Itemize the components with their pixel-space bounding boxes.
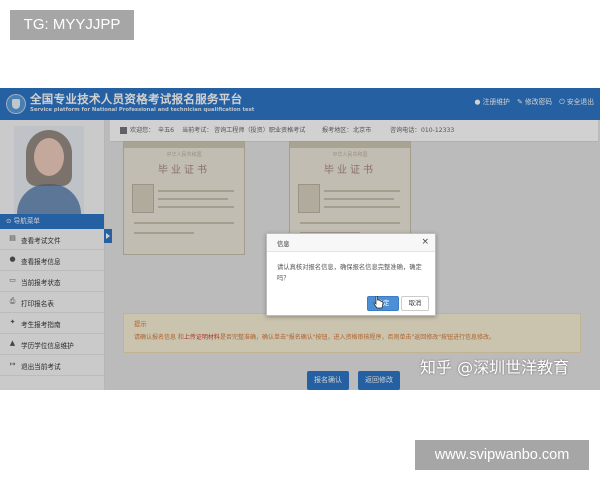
dialog-header: 信息 ×	[267, 234, 435, 252]
watermark-text: 知乎 @深圳世洋教育	[420, 358, 570, 377]
hand-cursor-icon	[373, 296, 384, 309]
close-icon[interactable]: ×	[421, 237, 429, 247]
dialog-cancel-button[interactable]: 取消	[401, 296, 429, 311]
app-screenshot: 全国专业技术人员资格考试报名服务平台 Service platform for …	[0, 88, 600, 390]
bottom-tag-label: www.svipwanbo.com	[415, 440, 589, 470]
confirm-dialog: 信息 × 请认真核对报名信息，确保报名信息完整准确，确定吗？ 确定 取消	[266, 233, 436, 316]
dialog-message: 请认真核对报名信息，确保报名信息完整准确，确定吗？	[277, 264, 422, 282]
top-tag-label: TG: MYYJJPP	[10, 10, 134, 40]
dialog-title: 信息	[277, 241, 290, 248]
